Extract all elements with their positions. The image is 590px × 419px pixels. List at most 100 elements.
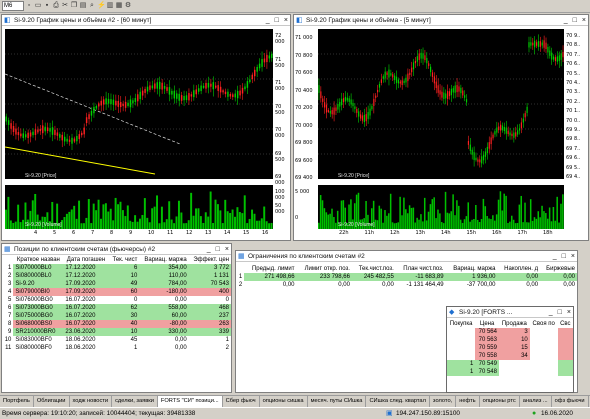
table-row[interactable]: 1 70 548 — [447, 368, 573, 376]
table-cell: 49 — [108, 280, 140, 288]
volume-bar — [197, 208, 200, 229]
limits-window-titlebar[interactable]: ▦ Ограничения по клиентским счетам #2 _ □… — [236, 251, 577, 262]
maximize-button[interactable]: □ — [558, 307, 562, 318]
table-row[interactable]: 1 271 498,66 233 798,66 245 482,55 -11 683,8… — [236, 273, 577, 281]
table-row[interactable]: 7 Si075000BG0 16.07.2020 30 60,00 237 — [2, 312, 231, 320]
table-row[interactable]: 1 Si070000BL0 17.12.2020 6 354,00 3 772 — [2, 264, 231, 272]
tab-item[interactable]: анализ ... — [520, 396, 552, 407]
axis-tick-label: 5 000 — [295, 189, 310, 195]
column-header: Свс — [560, 321, 571, 327]
price-chart-panel[interactable]: Si-9.20 [Price] — [318, 29, 564, 179]
volume-bar — [543, 211, 545, 229]
copy-icon[interactable]: ❐ — [70, 2, 78, 10]
tab-item[interactable]: Портфель — [0, 396, 34, 407]
volume-bar — [333, 217, 335, 229]
volume-bar — [234, 216, 236, 229]
positions-window-titlebar[interactable]: ▦ Позиции по клиентским счетам (фьючерсы… — [2, 244, 231, 255]
candle-body — [42, 125, 44, 134]
volume-chart-panel[interactable]: Si-9.20 [Volume] — [318, 185, 564, 229]
candle-body — [119, 102, 122, 108]
candle-body — [454, 85, 456, 93]
minimize-button[interactable]: _ — [564, 15, 568, 26]
orderbook-window-titlebar[interactable]: ◆ Si-9.20 [FORTS ... _ □ × — [447, 307, 573, 318]
table-row[interactable]: 1 70 549 — [447, 360, 573, 368]
table-cell: 1 — [447, 360, 476, 368]
tab-item[interactable]: сделки, заявки — [112, 396, 158, 407]
chart-window-60min-titlebar[interactable]: ◧ Si-9.20 График цены и объёма #2 - [60 … — [2, 15, 290, 26]
volume-bar — [414, 222, 417, 229]
table-row[interactable]: 70 559 15 — [447, 344, 573, 352]
table-row[interactable]: 70 564 3 — [447, 328, 573, 336]
price-chart-svg[interactable] — [318, 29, 564, 179]
maximize-button[interactable]: □ — [573, 15, 577, 26]
close-button[interactable]: × — [567, 307, 571, 318]
tab-item[interactable]: месяч. путы СИшка — [308, 396, 367, 407]
settings-icon[interactable]: ⚙ — [124, 2, 132, 10]
instrument-select[interactable]: M6 — [2, 1, 24, 11]
price-chart-svg[interactable] — [4, 29, 273, 179]
minimize-button[interactable]: _ — [553, 251, 557, 262]
table-row[interactable]: 11 Si080000BF0 18.06.2020 1 0,00 2 — [2, 344, 231, 352]
volume-chart-panel[interactable]: Si-9.20 [Volume] — [5, 185, 273, 229]
print-icon[interactable]: ⎙ — [52, 2, 60, 10]
candle-body — [395, 76, 398, 83]
table-row[interactable]: 70 558 34 — [447, 352, 573, 360]
minimize-button[interactable]: _ — [549, 307, 553, 318]
tab-item[interactable]: Сбер фьюч — [223, 396, 260, 407]
volume-bar — [511, 215, 513, 229]
volume-bar — [151, 208, 154, 229]
table-icon[interactable]: ▦ — [115, 2, 123, 10]
volume-bar — [484, 206, 487, 229]
tab-item[interactable]: нефть — [456, 396, 480, 407]
maximize-button[interactable]: □ — [562, 251, 566, 262]
new-window-icon[interactable]: ▫ — [25, 2, 33, 10]
paste-icon[interactable]: ▤ — [79, 2, 87, 10]
table-row[interactable]: 8 Si068000BS0 16.07.2020 40 -80,00 263 — [2, 320, 231, 328]
table-row[interactable]: 70 563 10 — [447, 336, 573, 344]
table-row[interactable]: 9 SR210000BR0 23.06.2020 10 330,00 339 — [2, 328, 231, 336]
table-row[interactable]: 4 Si079000BI0 17.09.2020 60 -180,00 400 — [2, 288, 231, 296]
maximize-button[interactable]: □ — [275, 15, 279, 26]
candle-body — [549, 50, 551, 56]
table-row[interactable] — [447, 376, 573, 384]
price-chart-panel[interactable]: Si-9.20 [Price] — [4, 29, 273, 179]
table-row[interactable]: 6 Si073000BG0 16.07.2020 62 558,00 468 — [2, 304, 231, 312]
table-row[interactable] — [447, 384, 573, 392]
table-row[interactable]: 10 Si083000BF0 18.06.2020 45 0,00 1 — [2, 336, 231, 344]
limits-table[interactable]: Предыд. лимит Лимит откр. поз. Тек.чист.по… — [236, 265, 577, 289]
orderbook-table[interactable]: Покупка Цена Продажа Своя по Свс 70 564 3 70 5… — [447, 320, 573, 392]
tab-item[interactable]: офз фьючи — [552, 396, 589, 407]
tab-item[interactable]: FORTS "СИ" позици... — [157, 396, 223, 407]
table-row[interactable]: 2 Si080000BL0 17.12.2020 10 110,00 1 131 — [2, 272, 231, 280]
candle-body — [227, 91, 229, 97]
cut-icon[interactable]: ✂ — [61, 2, 69, 10]
axis-tick-label: 0 — [295, 215, 299, 221]
tab-item[interactable]: ходж новости — [70, 396, 113, 407]
tab-item[interactable]: опционы сишка — [260, 396, 308, 407]
chart-window-5min-titlebar[interactable]: ◧ Si-9.20 График цены и объёма - [5 мину… — [294, 15, 588, 26]
tab-item[interactable]: золото, — [430, 396, 457, 407]
maximize-button[interactable]: □ — [216, 244, 220, 255]
positions-table[interactable]: Краткое назван Дата погашен Тек. чист Вариа… — [2, 256, 231, 352]
tab-item[interactable]: опционы ртс — [480, 396, 520, 407]
open-icon[interactable]: ▭ — [34, 2, 42, 10]
table-row[interactable]: 2 0,00 0,00 0,00 -1 131 464,49 -37 700,00 0,00… — [236, 281, 577, 289]
close-button[interactable]: × — [225, 244, 229, 255]
minimize-button[interactable]: _ — [266, 15, 270, 26]
minimize-button[interactable]: _ — [207, 244, 211, 255]
connect-icon[interactable]: ⚡ — [97, 2, 106, 10]
close-button[interactable]: × — [571, 251, 575, 262]
chart-icon[interactable]: ▥ — [106, 2, 114, 10]
table-row[interactable]: 5 Si076000BG0 16.07.2020 0 0,00 0 — [2, 296, 231, 304]
tab-item[interactable]: Облигации — [34, 396, 70, 407]
close-button[interactable]: × — [284, 15, 288, 26]
tab-item[interactable]: СИшка след. квартал — [366, 396, 430, 407]
zoom-icon[interactable]: ⌕ — [88, 2, 96, 10]
volume-bar — [541, 205, 543, 229]
candle-body — [377, 89, 379, 93]
save-icon[interactable]: ▪ — [43, 2, 51, 10]
close-button[interactable]: × — [582, 15, 586, 26]
table-row[interactable]: 3 Si-9.20 17.09.2020 49 784,00 70 543 — [2, 280, 231, 288]
volume-bar — [104, 203, 107, 229]
candle-body — [236, 90, 239, 99]
